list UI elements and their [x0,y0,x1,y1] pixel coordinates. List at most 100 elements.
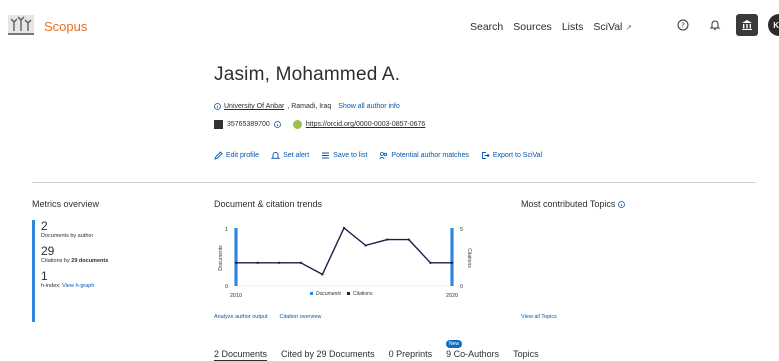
tab-cited-by[interactable]: Cited by 29 Documents [281,349,375,361]
list-icon [322,152,330,159]
nav-sources[interactable]: Sources [513,21,552,33]
author-identifiers: 35765389700 https://orcid.org/0000-0003-… [214,120,425,129]
citations-point [321,273,324,276]
help-icon[interactable]: ? [672,14,694,36]
topics-title: Most contributed Topics [521,199,626,209]
nav-scival-label: SciVal [593,21,623,33]
pencil-icon [214,151,223,160]
citations-point [386,238,389,241]
author-name: Jasim, Mohammed A. [214,64,401,85]
view-h-graph-link[interactable]: View h-graph [62,283,94,289]
y-left-tick-min: 0 [225,284,228,290]
tab-preprints[interactable]: 0 Preprints [389,349,433,361]
potential-author-matches-button[interactable]: Potential author matches [379,151,469,160]
header-actions: ? KD [672,14,779,36]
tab-documents[interactable]: 2 Documents [214,349,268,361]
y-right-tick-max: 5 [460,227,463,233]
info-icon[interactable] [273,121,281,128]
set-alert-label: Set alert [283,152,310,159]
export-to-scival-label: Export to SciVal [492,152,543,159]
elsevier-tree-icon [8,15,34,35]
citations-point [451,261,453,264]
affiliation-location: , Ramadi, Iraq [287,103,332,110]
user-avatar[interactable]: KD [768,14,779,36]
scopus-id-icon [214,120,223,129]
documents-bar [234,228,238,286]
edit-profile-label: Edit profile [226,152,260,159]
legend-documents: Documents [316,291,342,297]
documents-label: Documents by author [41,233,94,239]
documents-series [234,228,454,286]
author-actions: Edit profile Set alert Save to list Pote… [214,151,542,160]
metrics-overview-title: Metrics overview [32,199,100,209]
export-to-scival-button[interactable]: Export to SciVal [481,151,542,160]
y-right-tick-min: 0 [460,284,463,290]
info-icon[interactable] [618,200,626,208]
section-divider [32,182,756,183]
x-tick-start: 2010 [230,293,242,299]
main-nav: Search Sources Lists SciVal ↗ [470,21,632,33]
affiliation-link[interactable]: University Of Anbar [224,103,284,110]
edit-profile-button[interactable]: Edit profile [214,151,259,160]
documents-bar [450,228,454,286]
scopus-id: 35765389700 [227,121,270,128]
metrics-panel: 2 Documents by author 29 Citations by 29… [32,220,108,322]
topics-title-label: Most contributed Topics [521,199,616,209]
people-icon [379,152,388,160]
orcid-icon [292,120,302,129]
citations-count[interactable]: 29 [41,245,108,258]
new-badge: New [446,340,463,348]
documents-count[interactable]: 2 [41,220,108,233]
citations-point [235,261,237,264]
tab-topics[interactable]: Topics [513,349,539,361]
y-left-tick-max: 1 [225,227,228,233]
nav-scival[interactable]: SciVal ↗ [593,21,632,33]
citations-point [256,261,259,264]
legend-citations: Citations [353,291,373,297]
legend-swatch-documents [310,292,313,295]
svg-text:?: ? [681,22,685,30]
save-to-list-button[interactable]: Save to list [321,151,367,160]
citations-label-text: Citations by [41,258,72,264]
citations-point [429,261,432,264]
citations-point [343,227,345,229]
h-index-label: h-index: View h-graph [41,283,108,289]
scopus-logo[interactable]: Scopus [6,13,87,39]
citations-point [278,261,281,264]
citations-point [407,238,410,241]
export-icon [481,152,490,159]
nav-lists[interactable]: Lists [562,21,584,33]
trends-title: Document & citation trends [214,199,323,209]
citations-series-line [236,226,452,276]
chart-legend: Documents Citations [310,291,373,297]
chart-links: Analyze author output Citation overview [214,314,321,320]
analyze-author-output-link[interactable]: Analyze author output [214,314,268,320]
save-to-list-label: Save to list [333,152,368,159]
document-citation-trend-chart: 1 0 5 0 Documents Citations 2010 2020 Do… [218,226,472,299]
x-tick-end: 2020 [446,293,458,299]
citations-label-docs: 29 documents [71,258,109,264]
author-affiliation: University Of Anbar, Ramadi, Iraq Show a… [214,103,400,110]
h-index-label-text: h-index: [41,283,61,289]
show-all-author-info-link[interactable]: Show all author info [338,103,399,110]
y-left-label: Documents [218,245,224,271]
legend-swatch-citations [347,292,350,295]
view-all-topics-link[interactable]: View all Topics [521,314,557,320]
citations-point [299,261,302,264]
citations-point [364,244,367,247]
bell-icon[interactable] [704,14,726,36]
institution-icon[interactable] [736,14,758,36]
set-alert-button[interactable]: Set alert [271,151,309,160]
potential-author-matches-label: Potential author matches [391,152,469,159]
y-right-label: Citations [466,248,472,268]
info-icon [214,103,221,110]
citation-overview-link[interactable]: Citation overview [280,314,322,320]
bell-icon [271,152,281,159]
top-bar: Scopus Search Sources Lists SciVal ↗ ? K… [0,0,779,52]
h-index-value: 1 [41,269,48,283]
external-link-icon: ↗ [625,23,633,32]
orcid-link[interactable]: https://orcid.org/0000-0003-0857-0676 [306,121,425,128]
tab-co-authors[interactable]: 9 Co-Authors [446,349,499,361]
nav-search[interactable]: Search [470,21,503,33]
results-tabs: 2 Documents Cited by 29 Documents 0 Prep… [214,349,539,361]
